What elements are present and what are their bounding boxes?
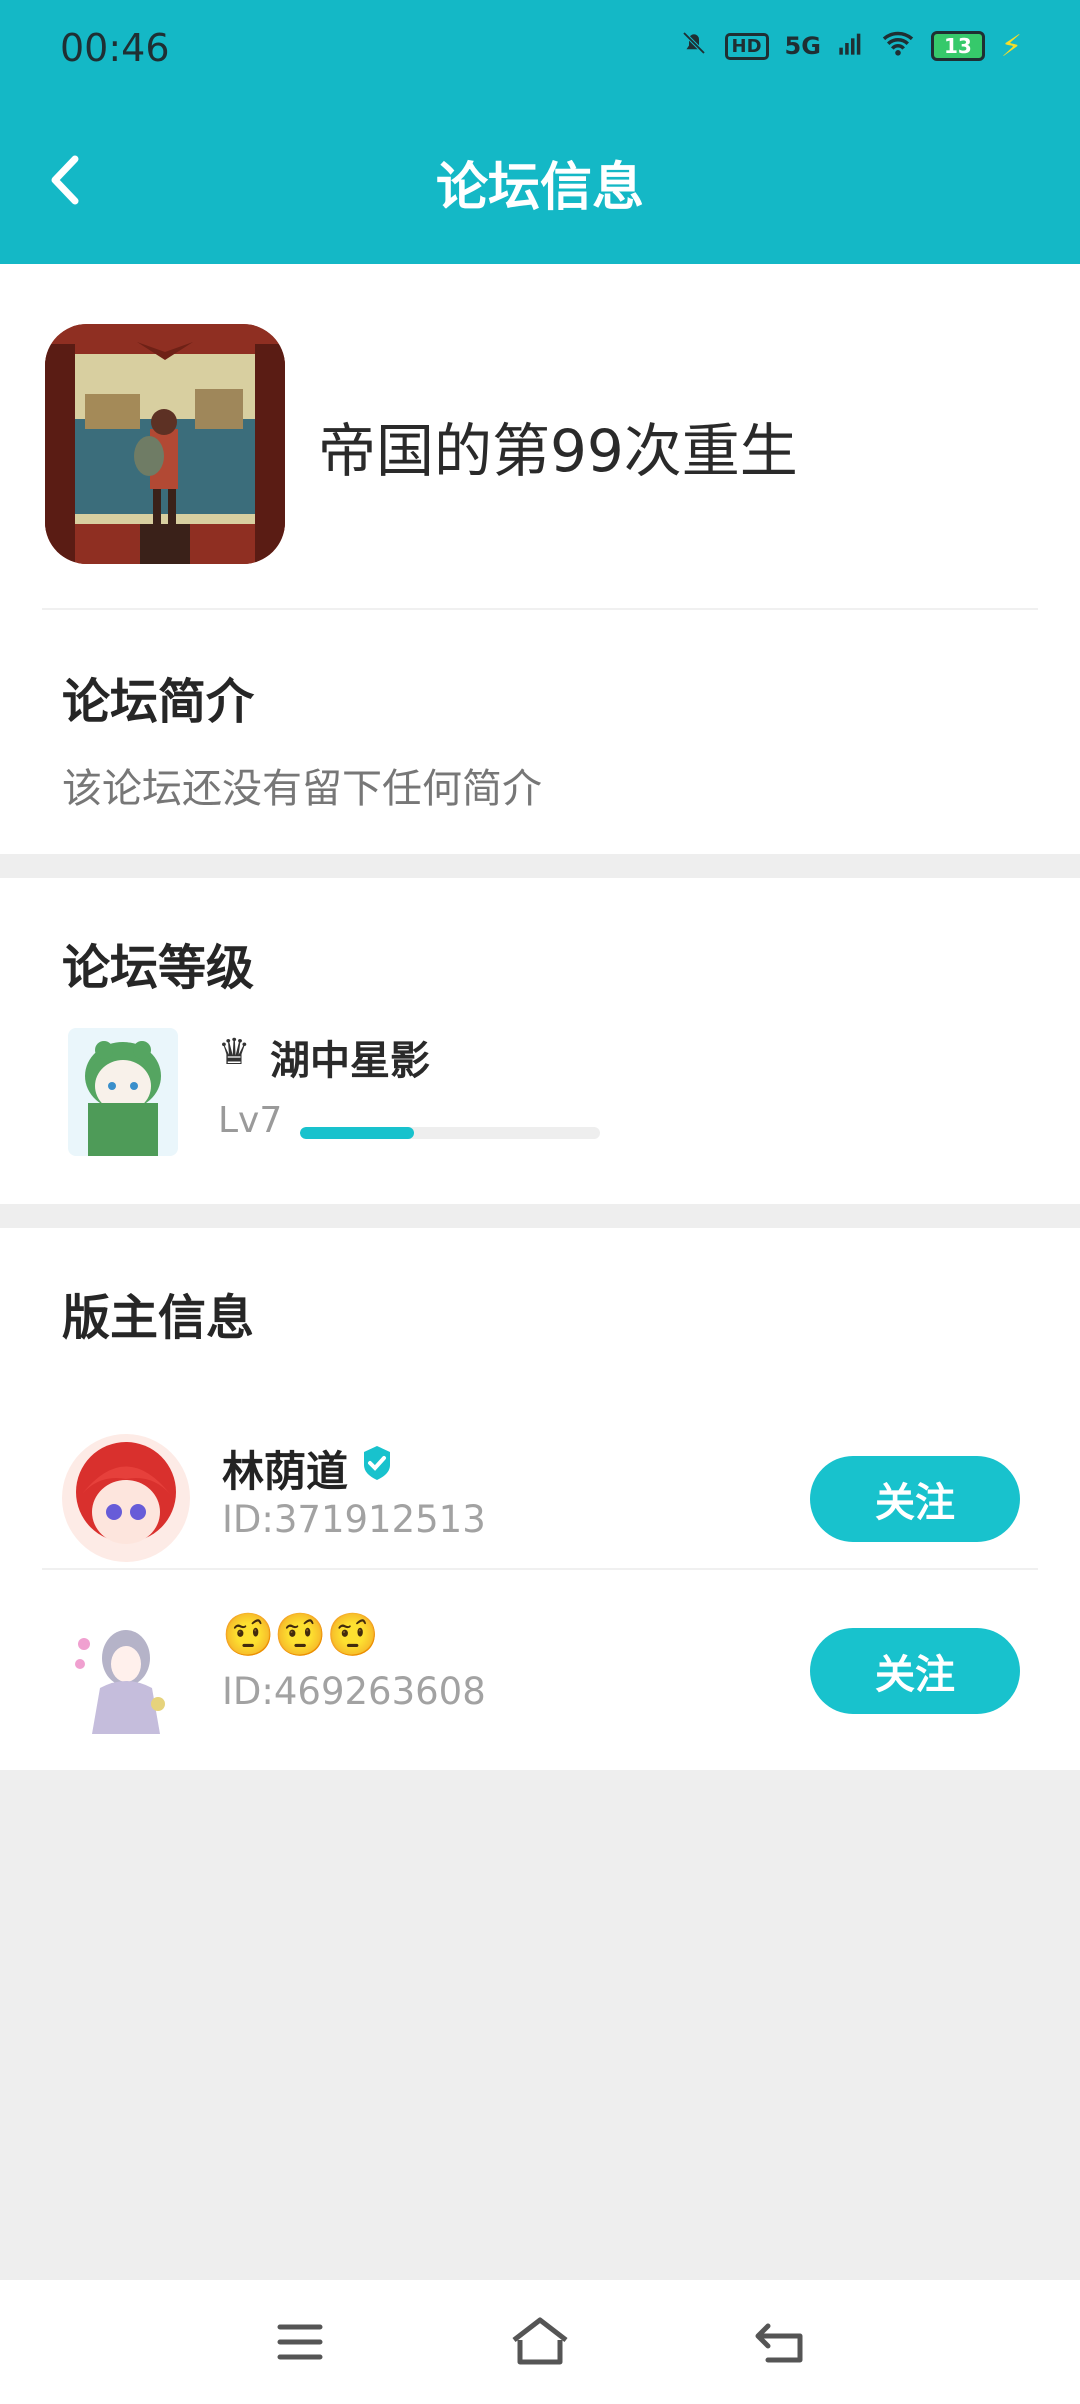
back-icon <box>755 2323 803 2363</box>
intro-title: 论坛简介 <box>62 674 255 730</box>
moderator-name: 林荫道 <box>222 1447 349 1496</box>
page-title: 论坛信息 <box>435 158 644 218</box>
forum-level-section: 论坛等级 ♛ 湖中星影 Lv7 <box>0 878 1080 1204</box>
divider <box>42 608 1038 610</box>
intro-text: 该论坛还没有留下任何简介 <box>62 766 542 812</box>
moderator-name: 🤨🤨🤨 <box>222 1610 379 1659</box>
system-back-button[interactable] <box>740 2310 820 2374</box>
moderator-title: 版主信息 <box>62 1290 255 1346</box>
level-progress-bar <box>300 1127 600 1139</box>
mute-icon <box>679 28 709 64</box>
moderator-section: 版主信息 林荫道 ID:371912513 关注 🤨🤨🤨 ID:46926360… <box>0 1228 1080 1770</box>
avatar[interactable] <box>62 1606 190 1734</box>
wifi-icon <box>881 29 915 63</box>
status-time: 00:46 <box>60 26 170 70</box>
charging-icon: ⚡ <box>1000 28 1022 64</box>
forum-name: 帝国的第99次重生 <box>318 417 798 485</box>
level-user-avatar <box>68 1028 178 1156</box>
avatar[interactable] <box>62 1434 190 1562</box>
menu-button[interactable] <box>260 2310 340 2374</box>
moderator-id: ID:469263608 <box>222 1670 486 1713</box>
battery-indicator: 13 <box>930 31 985 61</box>
forum-logo <box>45 324 285 564</box>
home-button[interactable] <box>500 2310 580 2374</box>
level-title: 论坛等级 <box>62 940 255 996</box>
network-type: 5G <box>784 32 821 60</box>
navigation-bar <box>0 2280 1080 2404</box>
top-bar: 00:46 HD 5G 13 ⚡ 论坛信息 <box>0 0 1080 264</box>
verified-icon <box>358 1444 396 1482</box>
crown-icon: ♛ <box>218 1032 251 1073</box>
follow-button[interactable]: 关注 <box>810 1456 1020 1542</box>
menu-icon <box>277 2324 323 2360</box>
level-label: Lv7 <box>218 1100 283 1141</box>
moderator-id: ID:371912513 <box>222 1498 486 1541</box>
status-icons: HD 5G 13 ⚡ <box>679 28 1022 64</box>
moderator-row: 🤨🤨🤨 ID:469263608 关注 <box>0 1570 1080 1770</box>
forum-info-section: 帝国的第99次重生 论坛简介 该论坛还没有留下任何简介 <box>0 264 1080 854</box>
follow-button[interactable]: 关注 <box>810 1628 1020 1714</box>
level-user-name: 湖中星影 <box>270 1038 430 1084</box>
signal-icon <box>837 29 865 63</box>
hd-indicator: HD <box>724 32 769 60</box>
level-progress-fill <box>300 1127 414 1139</box>
home-icon <box>512 2317 568 2365</box>
